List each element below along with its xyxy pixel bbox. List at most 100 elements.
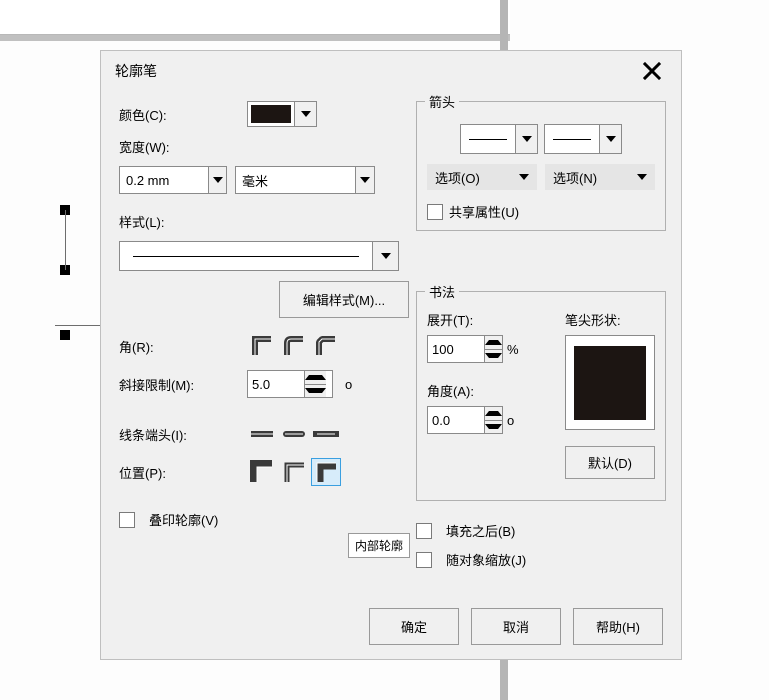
- share-attributes-label: 共享属性(U): [449, 202, 519, 221]
- cap-square-icon: [313, 427, 339, 441]
- spinner-up-button[interactable]: [485, 407, 502, 420]
- corner-bevel-button[interactable]: [311, 332, 341, 360]
- selection-edge: [55, 325, 105, 326]
- chevron-down-icon: [301, 111, 311, 117]
- position-label: 位置(P):: [119, 463, 239, 482]
- position-center-button[interactable]: [279, 458, 309, 486]
- unit-combo[interactable]: [235, 166, 375, 194]
- percent-symbol: %: [507, 342, 519, 357]
- cap-butt-icon: [249, 427, 275, 441]
- position-tooltip: 内部轮廓: [348, 533, 410, 558]
- style-preview: [120, 242, 372, 270]
- position-inside-button[interactable]: [311, 458, 341, 486]
- chevron-down-icon: [360, 177, 370, 183]
- nib-preview: [565, 335, 655, 430]
- width-dropdown-button[interactable]: [208, 167, 226, 193]
- width-combo[interactable]: [119, 166, 227, 194]
- chevron-down-icon: [519, 174, 529, 180]
- calligraphy-group: 书法 展开(T): % 角度(A):: [416, 291, 666, 501]
- miter-limit-label: 斜接限制(M):: [119, 375, 239, 394]
- overprint-label: 叠印轮廓(V): [149, 510, 218, 529]
- chevron-up-icon: [485, 411, 502, 416]
- arrow-start-preview: [461, 125, 515, 153]
- unit-input[interactable]: [236, 167, 355, 193]
- cap-square-button[interactable]: [311, 420, 341, 448]
- style-label: 样式(L):: [119, 212, 239, 231]
- style-combo[interactable]: [119, 241, 399, 271]
- cap-butt-button[interactable]: [247, 420, 277, 448]
- position-inside-icon: [314, 460, 338, 484]
- chevron-down-icon: [522, 136, 532, 142]
- spinner-down-button[interactable]: [305, 384, 326, 398]
- miter-limit-input[interactable]: [248, 371, 304, 397]
- titlebar: 轮廓笔: [101, 51, 681, 91]
- color-label: 颜色(C):: [119, 105, 239, 124]
- color-picker[interactable]: [247, 101, 317, 127]
- unit-dropdown-button[interactable]: [355, 167, 374, 193]
- canvas-page-shadow: [0, 35, 510, 41]
- width-input[interactable]: [120, 167, 208, 193]
- arrow-options-right[interactable]: 选项(N): [545, 164, 655, 190]
- close-button[interactable]: [637, 60, 667, 82]
- position-outside-button[interactable]: [247, 458, 277, 486]
- angle-spinner[interactable]: [427, 406, 503, 434]
- default-button[interactable]: 默认(D): [565, 446, 655, 479]
- spinner-down-button[interactable]: [485, 349, 502, 363]
- chevron-down-icon: [381, 253, 391, 259]
- spinner-up-button[interactable]: [305, 371, 326, 384]
- color-swatch: [248, 102, 294, 126]
- arrow-end-preview: [545, 125, 599, 153]
- color-dropdown-button[interactable]: [294, 102, 316, 126]
- arrow-start-combo[interactable]: [460, 124, 538, 154]
- miter-limit-spinner[interactable]: [247, 370, 333, 398]
- width-label: 宽度(W):: [119, 137, 239, 156]
- degree-symbol: o: [345, 377, 352, 392]
- calligraphy-legend: 书法: [425, 282, 459, 301]
- arrow-options-left[interactable]: 选项(O): [427, 164, 537, 190]
- corner-label: 角(R):: [119, 337, 239, 356]
- arrow-end-dropdown-button[interactable]: [599, 125, 621, 153]
- stretch-input[interactable]: [428, 336, 484, 362]
- scale-with-checkbox[interactable]: [416, 552, 432, 568]
- spinner-down-button[interactable]: [485, 420, 502, 434]
- line-caps-label: 线条端头(I):: [119, 425, 239, 444]
- overprint-checkbox[interactable]: [119, 512, 135, 528]
- edit-style-button[interactable]: 编辑样式(M)...: [279, 281, 409, 318]
- chevron-down-icon: [606, 136, 616, 142]
- angle-label: 角度(A):: [427, 381, 555, 400]
- cap-round-button[interactable]: [279, 420, 309, 448]
- corner-round-icon: [283, 335, 305, 357]
- canvas-page-edge: [0, 0, 510, 35]
- corner-miter-icon: [251, 335, 273, 357]
- stretch-label: 展开(T):: [427, 310, 555, 329]
- corner-miter-button[interactable]: [247, 332, 277, 360]
- position-outside-icon: [250, 460, 274, 484]
- help-button[interactable]: 帮助(H): [573, 608, 663, 645]
- arrow-options-right-label: 选项(N): [553, 168, 597, 187]
- arrow-start-dropdown-button[interactable]: [515, 125, 537, 153]
- chevron-down-icon: [637, 174, 647, 180]
- fill-after-label: 填充之后(B): [446, 521, 515, 540]
- chevron-down-icon: [305, 388, 326, 393]
- corner-bevel-icon: [315, 335, 337, 357]
- fill-after-checkbox[interactable]: [416, 523, 432, 539]
- chevron-down-icon: [485, 353, 502, 358]
- chevron-down-icon: [213, 177, 223, 183]
- angle-input[interactable]: [428, 407, 484, 433]
- arrow-end-combo[interactable]: [544, 124, 622, 154]
- chevron-up-icon: [305, 375, 326, 380]
- cancel-button[interactable]: 取消: [471, 608, 561, 645]
- arrow-options-left-label: 选项(O): [435, 168, 480, 187]
- style-dropdown-button[interactable]: [372, 242, 398, 270]
- stretch-spinner[interactable]: [427, 335, 503, 363]
- degree-symbol: o: [507, 413, 514, 428]
- selection-handle[interactable]: [60, 330, 70, 340]
- corner-round-button[interactable]: [279, 332, 309, 360]
- share-attributes-checkbox[interactable]: [427, 204, 443, 220]
- ok-button[interactable]: 确定: [369, 608, 459, 645]
- position-center-icon: [282, 460, 306, 484]
- nib-square-icon: [574, 346, 646, 420]
- spinner-up-button[interactable]: [485, 336, 502, 349]
- arrowhead-group: 箭头 选项(O) 选项(N): [416, 101, 666, 231]
- outline-pen-dialog: 轮廓笔 颜色(C): 宽度(W):: [100, 50, 682, 660]
